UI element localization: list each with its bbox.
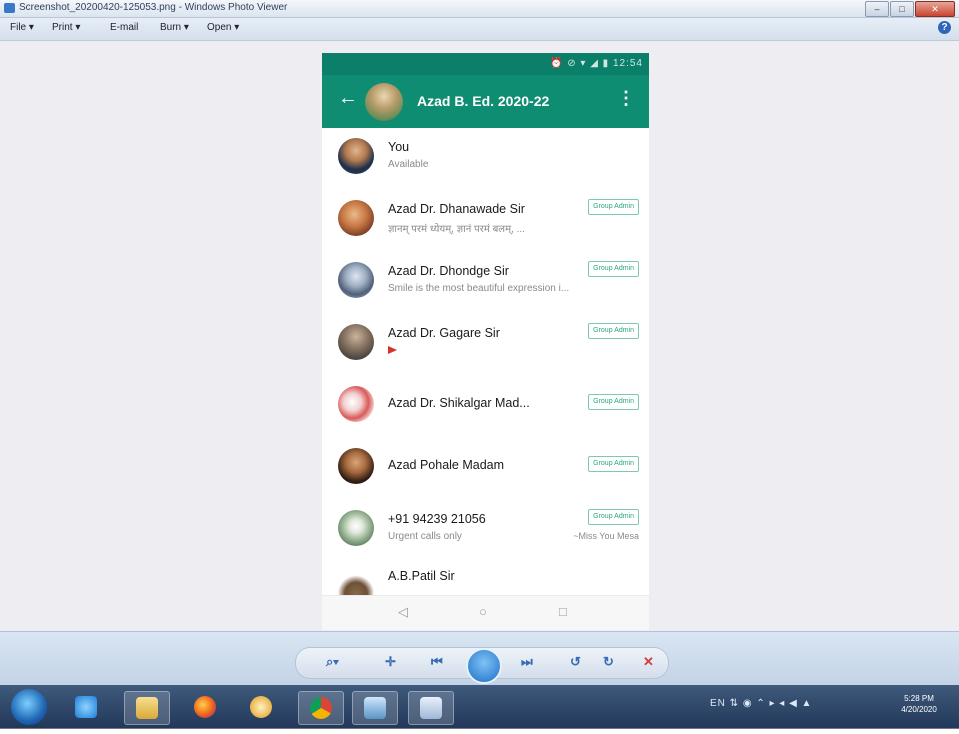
avatar	[338, 324, 374, 360]
close-button[interactable]: ✕	[915, 1, 955, 17]
menu-print[interactable]: Print ▾	[52, 22, 80, 33]
file-explorer-icon[interactable]	[124, 691, 170, 725]
participant-name: Azad Pohale Madam	[388, 458, 505, 472]
delete-icon[interactable]: ✕	[643, 654, 654, 670]
minimize-button[interactable]: –	[865, 1, 889, 17]
zoom-icon[interactable]: ⌕▾	[326, 654, 339, 670]
participant-pushname: ~Miss You Mesa	[573, 531, 639, 541]
participant-name: +91 94239 21056	[388, 512, 486, 526]
participant-row[interactable]: Azad Dr. Dhondge Sir Smile is the most b…	[322, 252, 649, 314]
avatar	[338, 510, 374, 546]
previous-icon[interactable]: ⏮	[431, 654, 443, 670]
avatar	[338, 138, 374, 174]
actual-size-icon[interactable]: ✛	[385, 654, 396, 670]
clock[interactable]: 5:28 PM 4/20/2020	[893, 693, 945, 715]
group-admin-badge: Group Admin	[588, 456, 639, 472]
participant-name: Azad Dr. Shikalgar Mad...	[388, 396, 530, 410]
status-icons: ⏰ ⊘ ▾ ◢ ▮ 12:54	[550, 58, 643, 69]
screen-bottom-edge	[0, 728, 959, 734]
avatar	[338, 262, 374, 298]
media-player-icon[interactable]	[239, 691, 283, 723]
group-admin-badge: Group Admin	[588, 509, 639, 525]
participant-row[interactable]: Azad Dr. Shikalgar Mad... Group Admin	[322, 376, 649, 438]
participant-status: Smile is the most beautiful expression i…	[388, 283, 570, 294]
nav-recent-icon[interactable]: □	[559, 604, 567, 619]
window-controls: – □ ✕	[865, 1, 955, 17]
start-button[interactable]	[11, 689, 47, 725]
windows-taskbar: EN ⇅ ◉ ⌃ ▸ ◂ ◀ ▲ 5:28 PM 4/20/2020	[0, 685, 959, 728]
menu-bar: File ▾ Print ▾ E-mail Burn ▾ Open ▾ ?	[0, 18, 959, 41]
next-icon[interactable]: ⏭	[521, 654, 533, 670]
phone-screenshot: ⏰ ⊘ ▾ ◢ ▮ 12:54 ← Azad B. Ed. 2020-22 ⋮ …	[322, 53, 649, 630]
rotate-clockwise-icon[interactable]: ↻	[603, 654, 614, 670]
avatar	[338, 200, 374, 236]
photo-viewer-app-icon	[4, 3, 15, 13]
participant-name: You	[388, 140, 410, 154]
group-admin-badge: Group Admin	[588, 261, 639, 277]
photo-viewer-taskbar-icon[interactable]	[352, 691, 398, 725]
participant-status: Urgent calls only	[388, 531, 462, 542]
group-name[interactable]: Azad B. Ed. 2020-22	[417, 93, 549, 109]
menu-file[interactable]: File ▾	[10, 22, 34, 33]
more-options-icon[interactable]: ⋮	[617, 88, 635, 109]
chrome-icon[interactable]	[298, 691, 344, 725]
participant-name: Azad Dr. Dhondge Sir	[388, 264, 509, 278]
flag-emoji-icon	[388, 346, 397, 354]
group-admin-badge: Group Admin	[588, 199, 639, 215]
internet-explorer-icon[interactable]	[64, 691, 108, 723]
help-icon[interactable]: ?	[938, 21, 951, 34]
participant-name: A.B.Patil Sir	[388, 569, 455, 583]
participant-status: ज्ञानम् परमं ध्येयम्, ज्ञानं परमं बलम्, …	[388, 224, 525, 235]
android-nav-bar: ◁ ○ □	[322, 595, 649, 630]
clock-time: 5:28 PM	[904, 694, 934, 703]
system-tray[interactable]: EN ⇅ ◉ ⌃ ▸ ◂ ◀ ▲	[710, 698, 812, 709]
phone-status-bar: ⏰ ⊘ ▾ ◢ ▮ 12:54	[322, 53, 649, 75]
viewer-controls-bar: ⌕▾ ✛ ⏮ ⏭ ↺ ↻ ✕	[0, 631, 959, 686]
menu-email[interactable]: E-mail	[110, 22, 138, 33]
nav-home-icon[interactable]: ○	[479, 604, 487, 619]
participant-row[interactable]: You Available	[322, 128, 649, 190]
slideshow-button[interactable]	[466, 648, 502, 684]
maximize-button[interactable]: □	[890, 1, 914, 17]
group-admin-badge: Group Admin	[588, 323, 639, 339]
word-document-icon[interactable]	[408, 691, 454, 725]
participant-row[interactable]: Azad Pohale Madam Group Admin	[322, 438, 649, 500]
group-admin-badge: Group Admin	[588, 394, 639, 410]
participant-row[interactable]: Azad Dr. Dhanawade Sir ज्ञानम् परमं ध्ये…	[322, 190, 649, 252]
participant-name: Azad Dr. Dhanawade Sir	[388, 202, 525, 216]
clock-date: 4/20/2020	[901, 705, 937, 714]
window-title-bar: Screenshot_20200420-125053.png - Windows…	[0, 0, 959, 18]
window-title: Screenshot_20200420-125053.png - Windows…	[19, 2, 288, 13]
avatar	[338, 386, 374, 422]
group-header: ← Azad B. Ed. 2020-22 ⋮	[322, 75, 649, 128]
participant-row[interactable]: Azad Dr. Gagare Sir Group Admin	[322, 314, 649, 376]
nav-back-icon[interactable]: ◁	[398, 604, 408, 620]
group-avatar[interactable]	[365, 83, 403, 121]
menu-burn[interactable]: Burn ▾	[160, 22, 189, 33]
firefox-icon[interactable]	[183, 691, 227, 723]
participant-row[interactable]: +91 94239 21056 Urgent calls only Group …	[322, 500, 649, 562]
menu-open[interactable]: Open ▾	[207, 22, 239, 33]
participant-name: Azad Dr. Gagare Sir	[388, 326, 500, 340]
avatar	[338, 448, 374, 484]
back-arrow-icon[interactable]: ←	[338, 87, 358, 110]
rotate-counterclockwise-icon[interactable]: ↺	[570, 654, 581, 670]
participant-status: Available	[388, 159, 429, 170]
